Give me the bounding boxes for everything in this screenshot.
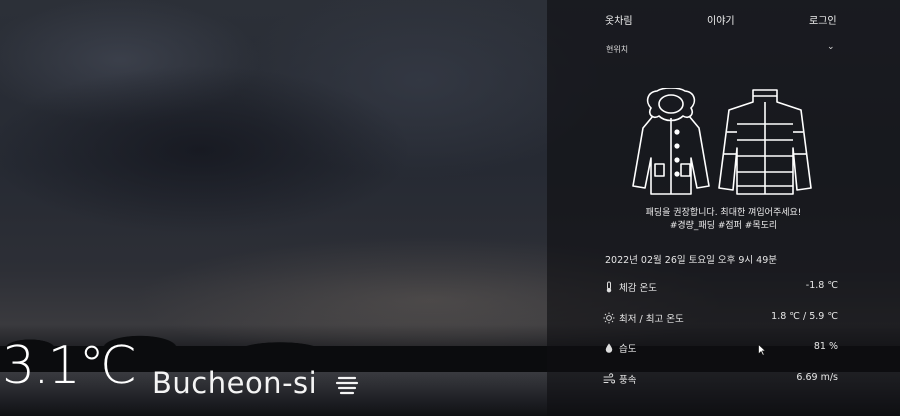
current-city: Bucheon-si [152, 366, 318, 400]
wind-row: 풍속 6.69 m/s [603, 372, 838, 388]
humidity-value: 81 % [813, 341, 838, 352]
clothing-recommendation-icons [632, 88, 812, 195]
feels-like-row: 체감 온도 -1.8 ℃ [603, 280, 838, 296]
puffer-jacket-icon [718, 89, 812, 195]
min-max-value: 1.8 ℃ / 5.9 ℃ [771, 311, 838, 322]
wind-icon [603, 373, 615, 384]
recommendation-tags: #경량_패딩 #점퍼 #목도리 [669, 221, 778, 231]
side-panel: 옷차림 이야기 로그인 현위치 ⌄ 패딩을 권장합니다. 최대한 껴입어주세요!… [547, 0, 900, 416]
top-nav: 옷차림 이야기 로그인 [547, 12, 900, 28]
humidity-row: 습도 81 % [603, 341, 838, 357]
min-max-row: 최저 / 최고 온도 1.8 ℃ / 5.9 ℃ [603, 311, 838, 327]
nav-outfit-link[interactable]: 옷차림 [605, 12, 633, 27]
current-temperature: 3.1℃ [2, 336, 137, 396]
location-select[interactable]: 현위치 [606, 44, 628, 55]
sun-icon [603, 312, 615, 324]
feels-like-label: 체감 온도 [619, 283, 657, 294]
nav-story-link[interactable]: 이야기 [707, 12, 735, 27]
fog-icon [335, 376, 359, 395]
current-datetime: 2022년 02월 26일 토요일 오후 9시 49분 [605, 255, 778, 266]
nav-login-link[interactable]: 로그인 [809, 12, 837, 27]
droplet-icon [605, 343, 613, 353]
humidity-label: 습도 [619, 344, 637, 355]
fur-hood-coat-icon [632, 88, 710, 195]
feels-like-value: -1.8 ℃ [805, 280, 838, 291]
wind-label: 풍속 [619, 375, 637, 386]
chevron-down-icon[interactable]: ⌄ [827, 42, 835, 52]
min-max-label: 최저 / 최고 온도 [619, 314, 684, 325]
mouse-cursor-icon [758, 344, 766, 356]
wind-value: 6.69 m/s [796, 372, 838, 383]
recommendation-text: 패딩을 권장합니다. 최대한 껴입어주세요! [645, 208, 802, 218]
thermometer-icon [606, 281, 612, 293]
